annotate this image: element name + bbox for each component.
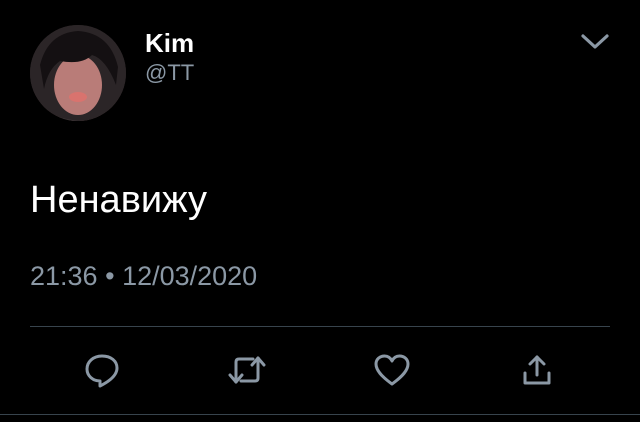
like-button[interactable] (372, 350, 412, 390)
avatar[interactable] (30, 25, 126, 121)
avatar-photo (30, 25, 126, 121)
tweet-timestamp[interactable]: 21:36 • 12/03/2020 (30, 259, 257, 293)
chevron-down-icon[interactable] (578, 28, 612, 56)
tweet-date: 12/03/2020 (122, 261, 258, 291)
share-icon (523, 355, 551, 385)
share-button[interactable] (517, 350, 557, 390)
display-name[interactable]: Kim (145, 28, 194, 58)
tweet-time: 21:36 (30, 261, 98, 291)
retweet-button[interactable] (227, 350, 267, 390)
like-icon (374, 354, 410, 386)
divider-bottom (0, 414, 640, 415)
reply-button[interactable] (82, 350, 122, 390)
tweet-text: Ненавижу (30, 179, 207, 221)
reply-icon (85, 354, 119, 388)
retweet-icon (228, 356, 266, 384)
divider (30, 326, 610, 327)
user-handle[interactable]: @TT (145, 60, 194, 86)
meta-separator: • (105, 261, 115, 291)
